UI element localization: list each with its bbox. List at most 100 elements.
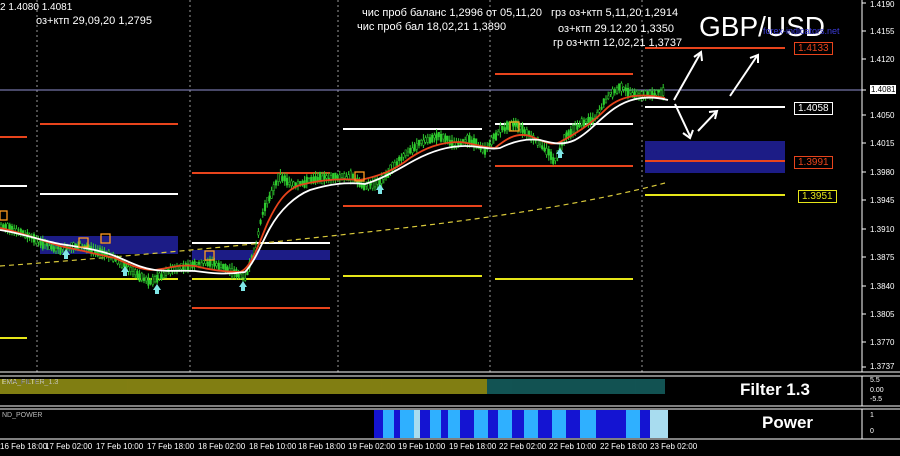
candle-body (57, 246, 60, 250)
candle-body (582, 119, 586, 128)
time-axis-label: 18 Feb 02:00 (198, 442, 246, 451)
price-axis-label: 1.3875 (870, 253, 895, 262)
candle-body (618, 83, 621, 91)
candle-body (283, 175, 286, 182)
candle-body (48, 245, 51, 250)
candle-body (294, 182, 297, 187)
candle-body (156, 274, 159, 283)
candle-body (140, 273, 143, 281)
price-axis-label: 1.3945 (870, 196, 895, 205)
candle-body (613, 89, 616, 94)
candle-body (292, 181, 295, 187)
candle-body (631, 92, 634, 96)
candle-body (285, 177, 289, 186)
candle-body (510, 122, 513, 131)
power-bar (580, 410, 596, 438)
candle-body (576, 124, 579, 130)
time-axis-label: 17 Feb 02:00 (45, 442, 93, 451)
candle-body (204, 260, 207, 264)
candle-body (494, 132, 498, 141)
time-axis-label: 17 Feb 10:00 (96, 442, 144, 451)
filter-indicator-label: EMA_FILTER_1.3 (2, 379, 59, 386)
annotation-2: чис проб баланс 1,2996 от 05,11,20 (362, 7, 542, 19)
candle-body (505, 121, 509, 130)
candle-body (466, 134, 469, 143)
candle-body (437, 132, 440, 138)
time-axis-label: 16 Feb 18:00 (0, 442, 48, 451)
power-scale-bottom: 0 (870, 428, 874, 435)
candle-body (237, 274, 240, 278)
candle-body (197, 261, 201, 265)
candle-body (266, 197, 269, 205)
price-box-1: 1.4133 (794, 42, 833, 55)
candle-body (268, 195, 271, 202)
candle-body (435, 133, 438, 141)
candle-body (406, 151, 410, 156)
power-panel-title: Power (762, 413, 814, 432)
candle-body (420, 140, 423, 144)
candle-body (538, 141, 542, 145)
candle-body (389, 164, 392, 174)
candle-body (336, 175, 339, 179)
candle-body (340, 173, 344, 178)
time-axis-label: 19 Feb 18:00 (449, 442, 497, 451)
candle-body (620, 83, 623, 92)
candle-body (224, 264, 227, 271)
filter-scale-top: 5.5 (870, 377, 880, 384)
price-axis-label: 1.3805 (870, 310, 895, 319)
candle-body (217, 262, 220, 270)
power-bar (650, 410, 668, 438)
candle-body (554, 157, 557, 161)
price-axis-label: 1.3737 (870, 362, 895, 371)
candle-body (318, 171, 322, 181)
candle-body (142, 277, 146, 281)
candle-body (626, 87, 630, 97)
candle-body (525, 129, 528, 135)
candle-body (10, 226, 14, 230)
price-axis-label: 1.3980 (870, 168, 895, 177)
power-bar (474, 410, 488, 438)
candle-body (202, 260, 205, 264)
candle-body (261, 212, 264, 215)
time-axis-label: 23 Feb 02:00 (650, 442, 698, 451)
candle-body (270, 190, 273, 199)
candle-body (433, 134, 436, 139)
candle-body (543, 147, 546, 152)
candle-body (521, 124, 524, 133)
power-bar (460, 410, 474, 438)
candle-body (422, 139, 425, 146)
candle-body (41, 240, 44, 249)
candle-body (246, 271, 249, 276)
candle-body (307, 178, 311, 183)
candle-body (274, 180, 278, 186)
candle-body (164, 267, 168, 276)
candle-body (290, 180, 293, 187)
candle-body (541, 145, 544, 149)
candle-body (263, 202, 267, 212)
time-axis-label: 22 Feb 02:00 (499, 442, 547, 451)
power-bar (538, 410, 552, 438)
candle-body (609, 91, 612, 95)
chart-corner-info: 2 1.4080 1.4081 (0, 2, 73, 13)
candle-body (39, 241, 42, 246)
power-indicator-label: ND_POWER (2, 412, 43, 419)
filter-panel-title: Filter 1.3 (740, 380, 810, 399)
candle-body (138, 273, 141, 282)
candle-body (655, 90, 658, 96)
time-axis-label: 18 Feb 10:00 (249, 442, 297, 451)
candle-body (615, 87, 619, 94)
candle-body (6, 223, 9, 230)
candle-body (281, 176, 284, 181)
power-bar (430, 410, 441, 438)
candle-body (46, 242, 49, 247)
candle-body (523, 129, 526, 135)
candle-body (417, 140, 421, 146)
power-bar (610, 410, 626, 438)
power-bar (626, 410, 640, 438)
power-scale-top: 1 (870, 412, 874, 419)
candle-body (624, 87, 627, 92)
candle-body (545, 148, 548, 155)
candle-body (662, 87, 665, 96)
candle-body (428, 137, 432, 144)
time-axis-label: 17 Feb 18:00 (147, 442, 195, 451)
